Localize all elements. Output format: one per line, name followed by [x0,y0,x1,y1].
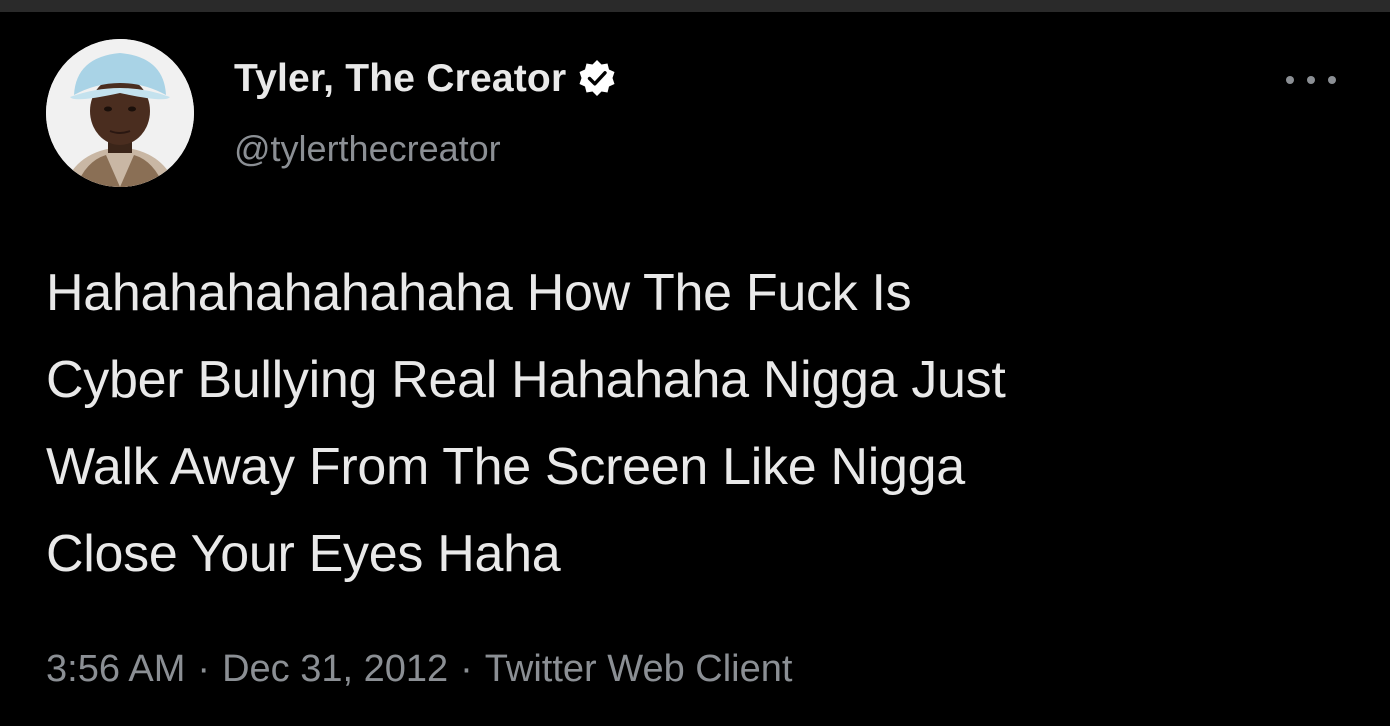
separator: · [460,648,473,690]
dot [1307,76,1315,84]
tweet-time[interactable]: 3:56 AM [46,648,185,690]
dot [1328,76,1336,84]
dot [1286,76,1294,84]
window-top-bar [0,0,1390,12]
tweet-source[interactable]: Twitter Web Client [485,648,793,690]
author-name-row: Tyler, The Creator [234,56,618,102]
avatar[interactable] [46,39,194,187]
tweet-text-line: Hahahahahahahaha How The Fuck Is [46,264,912,322]
tweet-text-line: Cyber Bullying Real Hahahaha Nigga Just [46,351,1006,409]
tweet-text-line: Close Your Eyes Haha [46,525,561,583]
separator: · [197,648,211,690]
more-options-icon[interactable] [1286,70,1336,90]
tweet-date[interactable]: Dec 31, 2012 [222,648,448,690]
tweet-metadata: 3:56 AM · Dec 31, 2012 · Twitter Web Client [46,648,792,691]
tweet-text: Hahahahahahahaha How The Fuck Is Cyber B… [46,250,1356,598]
tweet-text-line: Walk Away From The Screen Like Nigga [46,438,965,496]
verified-badge-icon [576,58,618,100]
user-handle[interactable]: @tylerthecreator [234,128,501,170]
display-name[interactable]: Tyler, The Creator [234,57,566,101]
tweet-card: Tyler, The Creator @tylerthecreator Haha… [0,12,1390,726]
